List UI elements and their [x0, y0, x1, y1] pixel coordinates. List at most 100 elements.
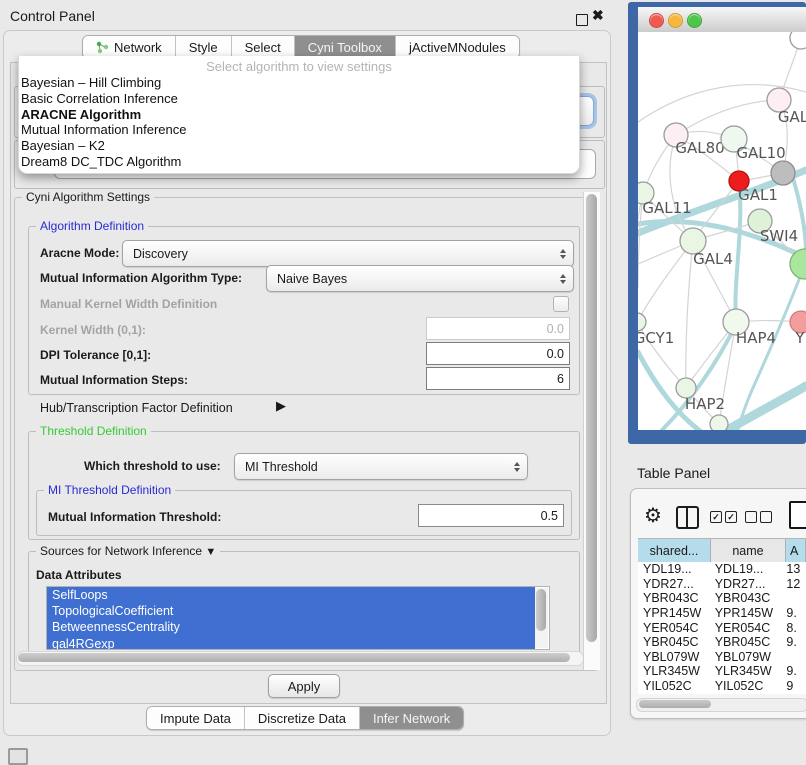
table-cell: YIL052C — [638, 679, 710, 693]
network-canvas[interactable]: GALGAL80GAL10GAL1GAL11SWI4GAL4GCY1HAP4YH… — [638, 32, 806, 430]
tab-style[interactable]: Style — [176, 36, 232, 58]
network-node-label: HAP4 — [736, 329, 776, 347]
table-row[interactable]: YBR043CYBR043C — [638, 591, 806, 606]
algorithm-option[interactable]: ARACNE Algorithm — [21, 107, 577, 123]
table-row[interactable]: YBR045CYBR045C9. — [638, 635, 806, 650]
network-edge[interactable] — [686, 241, 693, 388]
data-attribute-item[interactable]: BetweennessCentrality — [47, 619, 535, 635]
split-view-icon[interactable] — [676, 506, 699, 529]
table-cell: 9 — [783, 679, 806, 693]
table-row[interactable]: YBL079WYBL079W — [638, 650, 806, 665]
tab-infer-network[interactable]: Infer Network — [360, 707, 463, 729]
tab-discretize-data[interactable]: Discretize Data — [245, 707, 360, 729]
hscroll-thumb[interactable] — [18, 653, 570, 662]
settings-horizontal-scrollbar[interactable] — [16, 651, 584, 666]
float-window-icon[interactable] — [576, 14, 588, 26]
mi-steps-input[interactable]: 6 — [426, 367, 570, 390]
algorithm-definition-title: Algorithm Definition — [36, 219, 148, 233]
tab-impute-data[interactable]: Impute Data — [147, 707, 245, 729]
which-threshold-combobox[interactable]: MI Threshold — [234, 453, 528, 480]
close-traffic-light-icon[interactable] — [649, 13, 664, 28]
algorithm-option[interactable]: Mutual Information Inference — [21, 122, 577, 138]
select-all-icon[interactable]: ✓ — [725, 511, 737, 523]
table-row[interactable]: YPR145WYPR145W9. — [638, 606, 806, 621]
algorithm-options: Bayesian – Hill ClimbingBasic Correlatio… — [21, 75, 577, 170]
tab-network-label: Network — [114, 40, 162, 55]
attributes-scrollbar[interactable] — [535, 588, 548, 648]
dpi-tolerance-label: DPI Tolerance [0,1]: — [40, 348, 151, 362]
data-attributes-list[interactable]: SelfLoopsTopologicalCoefficientBetweenne… — [46, 586, 550, 650]
close-panel-icon[interactable]: ✖ — [592, 7, 604, 24]
table-horizontal-scrollbar[interactable] — [636, 698, 806, 712]
tab-network[interactable]: Network — [83, 36, 176, 58]
mi-threshold-input[interactable]: 0.5 — [418, 504, 564, 527]
hub-section-expander-icon[interactable]: ▶ — [276, 398, 286, 414]
tab-jactivemnodules[interactable]: jActiveMNodules — [396, 36, 519, 58]
table-cell: YER054C — [710, 621, 784, 635]
column-header-name[interactable]: name — [711, 539, 786, 563]
mi-threshold-label: Mutual Information Threshold: — [48, 510, 221, 524]
network-edge[interactable] — [638, 241, 693, 322]
network-node-label: GAL80 — [675, 139, 724, 157]
table-row[interactable]: YDR27...YDR27...12 — [638, 577, 806, 592]
dpi-tolerance-input[interactable]: 0.0 — [426, 342, 570, 365]
select-all-icon[interactable]: ✓ — [710, 511, 722, 523]
table-row[interactable]: YLR345WYLR345W9. — [638, 664, 806, 679]
table-cell: YIL052C — [710, 679, 784, 693]
manual-kernel-width-checkbox[interactable] — [553, 296, 569, 312]
table-row[interactable]: YIL052CYIL052C9 — [638, 679, 806, 694]
network-icon — [96, 41, 109, 54]
network-svg: GALGAL80GAL10GAL1GAL11SWI4GAL4GCY1HAP4YH… — [638, 32, 806, 430]
manual-kernel-width-label: Manual Kernel Width Definition — [40, 297, 217, 311]
dock-icon[interactable] — [8, 748, 28, 765]
table-cell: YPR145W — [710, 606, 784, 620]
vscroll-thumb[interactable] — [586, 194, 597, 642]
algorithm-option[interactable]: Basic Correlation Inference — [21, 91, 577, 107]
settings-vertical-scrollbar[interactable] — [583, 192, 600, 670]
algorithm-option[interactable]: Bayesian – Hill Climbing — [21, 75, 577, 91]
tab-cyni-toolbox[interactable]: Cyni Toolbox — [295, 36, 396, 58]
table-cell: 12 — [783, 577, 806, 591]
aracne-mode-combobox[interactable]: Discovery — [122, 240, 574, 267]
apply-button[interactable]: Apply — [268, 674, 340, 698]
table-body: YDL19...YDL19...13YDR27...YDR27...12YBR0… — [638, 562, 806, 694]
table-cell: YDL19... — [710, 562, 784, 576]
table-cell: YPR145W — [638, 606, 710, 620]
mi-algorithm-type-combobox[interactable]: Naive Bayes — [266, 265, 574, 292]
network-window-titlebar[interactable] — [638, 7, 806, 33]
table-row[interactable]: YER054CYER054C8. — [638, 620, 806, 635]
network-node-label: GAL11 — [642, 199, 691, 217]
column-header-a[interactable]: A — [786, 539, 806, 563]
algorithm-option[interactable]: Dream8 DC_TDC Algorithm — [21, 154, 577, 170]
table-hscroll-thumb[interactable] — [639, 700, 711, 708]
data-attribute-item[interactable]: SelfLoops — [47, 587, 535, 603]
network-node-label: GAL4 — [693, 250, 733, 268]
network-node[interactable] — [790, 32, 806, 49]
deselect-all-icon[interactable] — [745, 511, 757, 523]
document-icon[interactable] — [789, 501, 806, 529]
table-row[interactable]: YDL19...YDL19...13 — [638, 562, 806, 577]
table-cell: YDL19... — [638, 562, 710, 576]
network-node-label: GAL10 — [736, 144, 785, 162]
table-cell: 9. — [783, 635, 806, 649]
gear-icon[interactable]: ⚙ — [644, 503, 662, 528]
deselect-all-icon[interactable] — [760, 511, 772, 523]
zoom-traffic-light-icon[interactable] — [687, 13, 702, 28]
kernel-width-input[interactable]: 0.0 — [426, 317, 570, 340]
network-node[interactable] — [771, 161, 795, 185]
table-cell: YBR045C — [710, 635, 784, 649]
cyni-algorithm-settings-title: Cyni Algorithm Settings — [22, 190, 154, 204]
data-attribute-item[interactable]: TopologicalCoefficient — [47, 603, 535, 619]
table-cell: YBL079W — [710, 650, 784, 664]
network-node[interactable] — [710, 415, 728, 430]
network-edge[interactable] — [724, 386, 806, 430]
data-attribute-item[interactable]: gal4RGexp — [47, 636, 535, 650]
table-cell: YBR045C — [638, 635, 710, 649]
column-header-shared-name[interactable]: shared... — [638, 539, 711, 563]
table-cell: YER054C — [638, 621, 710, 635]
algorithm-option[interactable]: Bayesian – K2 — [21, 138, 577, 154]
table-cell: YDR27... — [710, 577, 784, 591]
minimize-traffic-light-icon[interactable] — [668, 13, 683, 28]
sources-collapse-icon[interactable]: ▼ — [205, 546, 216, 558]
tab-select[interactable]: Select — [232, 36, 295, 58]
